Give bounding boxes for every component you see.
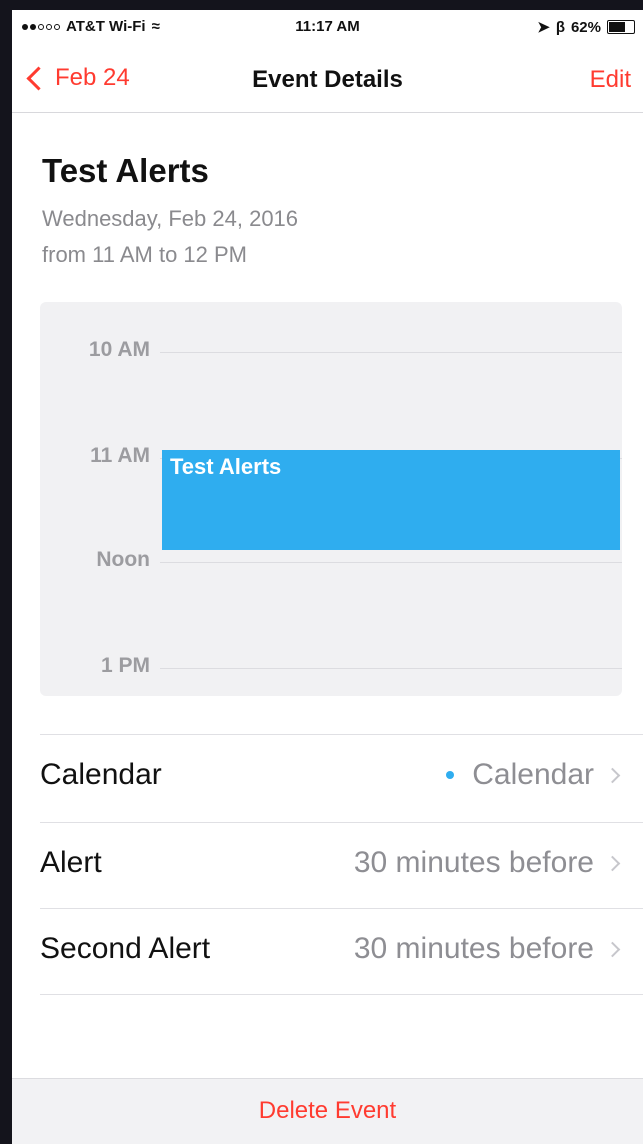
delete-event-button[interactable]: Delete Event bbox=[12, 1097, 643, 1125]
page-title: Event Details bbox=[252, 66, 403, 93]
second-alert-row[interactable]: Second Alert 30 minutes before bbox=[40, 910, 622, 996]
hour-row: 10 AM bbox=[40, 338, 622, 368]
chevron-right-icon bbox=[604, 855, 621, 872]
hour-label: 1 PM bbox=[100, 654, 150, 677]
event-block[interactable]: Test Alerts bbox=[162, 450, 620, 550]
navigation-bar: Feb 24 Event Details Edit bbox=[12, 50, 643, 113]
divider bbox=[40, 822, 643, 823]
event-date: Wednesday, Feb 24, 2016 bbox=[42, 206, 299, 231]
chevron-right-icon bbox=[604, 767, 621, 784]
battery-percent: 62% bbox=[570, 18, 601, 36]
hour-row: 1 PM bbox=[40, 654, 622, 684]
status-right: ➤ β 62% bbox=[537, 18, 635, 36]
hour-label: 11 AM bbox=[90, 444, 150, 467]
hour-line bbox=[160, 668, 622, 669]
bluetooth-icon: β bbox=[555, 18, 565, 36]
alert-value: 30 minutes before bbox=[353, 846, 594, 879]
edit-button[interactable]: Edit bbox=[590, 66, 631, 94]
screen: AT&T Wi-Fi ≈ 11:17 AM ➤ β 62% Feb 24 Eve… bbox=[12, 10, 643, 1144]
day-preview[interactable]: 10 AM 11 AM Noon 1 PM Test Alerts bbox=[40, 302, 622, 696]
alert-row[interactable]: Alert 30 minutes before bbox=[40, 824, 622, 910]
divider bbox=[40, 734, 643, 735]
calendar-color-dot-icon bbox=[446, 771, 455, 779]
delete-bar: Delete Event bbox=[12, 1078, 643, 1144]
hour-label: Noon bbox=[96, 548, 150, 571]
battery-icon bbox=[607, 20, 635, 34]
second-alert-value: 30 minutes before bbox=[353, 932, 594, 965]
event-time-range: from 11 AM to 12 PM bbox=[42, 242, 248, 267]
hour-row: Noon bbox=[40, 548, 622, 578]
event-block-label: Test Alerts bbox=[170, 454, 282, 479]
location-icon: ➤ bbox=[537, 19, 550, 36]
second-alert-label: Second Alert bbox=[40, 932, 211, 965]
alert-label: Alert bbox=[40, 846, 102, 879]
hour-line bbox=[160, 352, 622, 353]
device-frame: AT&T Wi-Fi ≈ 11:17 AM ➤ β 62% Feb 24 Eve… bbox=[0, 0, 643, 1144]
calendar-value-text: Calendar bbox=[472, 758, 594, 791]
event-title: Test Alerts bbox=[42, 152, 209, 189]
chevron-right-icon bbox=[604, 941, 621, 958]
divider bbox=[40, 994, 643, 995]
divider bbox=[40, 908, 643, 909]
calendar-value: Calendar bbox=[446, 758, 594, 792]
hour-line bbox=[160, 562, 622, 563]
hour-label: 10 AM bbox=[88, 338, 150, 361]
status-bar: AT&T Wi-Fi ≈ 11:17 AM ➤ β 62% bbox=[12, 10, 643, 46]
calendar-label: Calendar bbox=[40, 758, 162, 791]
calendar-row[interactable]: Calendar Calendar bbox=[40, 736, 622, 822]
